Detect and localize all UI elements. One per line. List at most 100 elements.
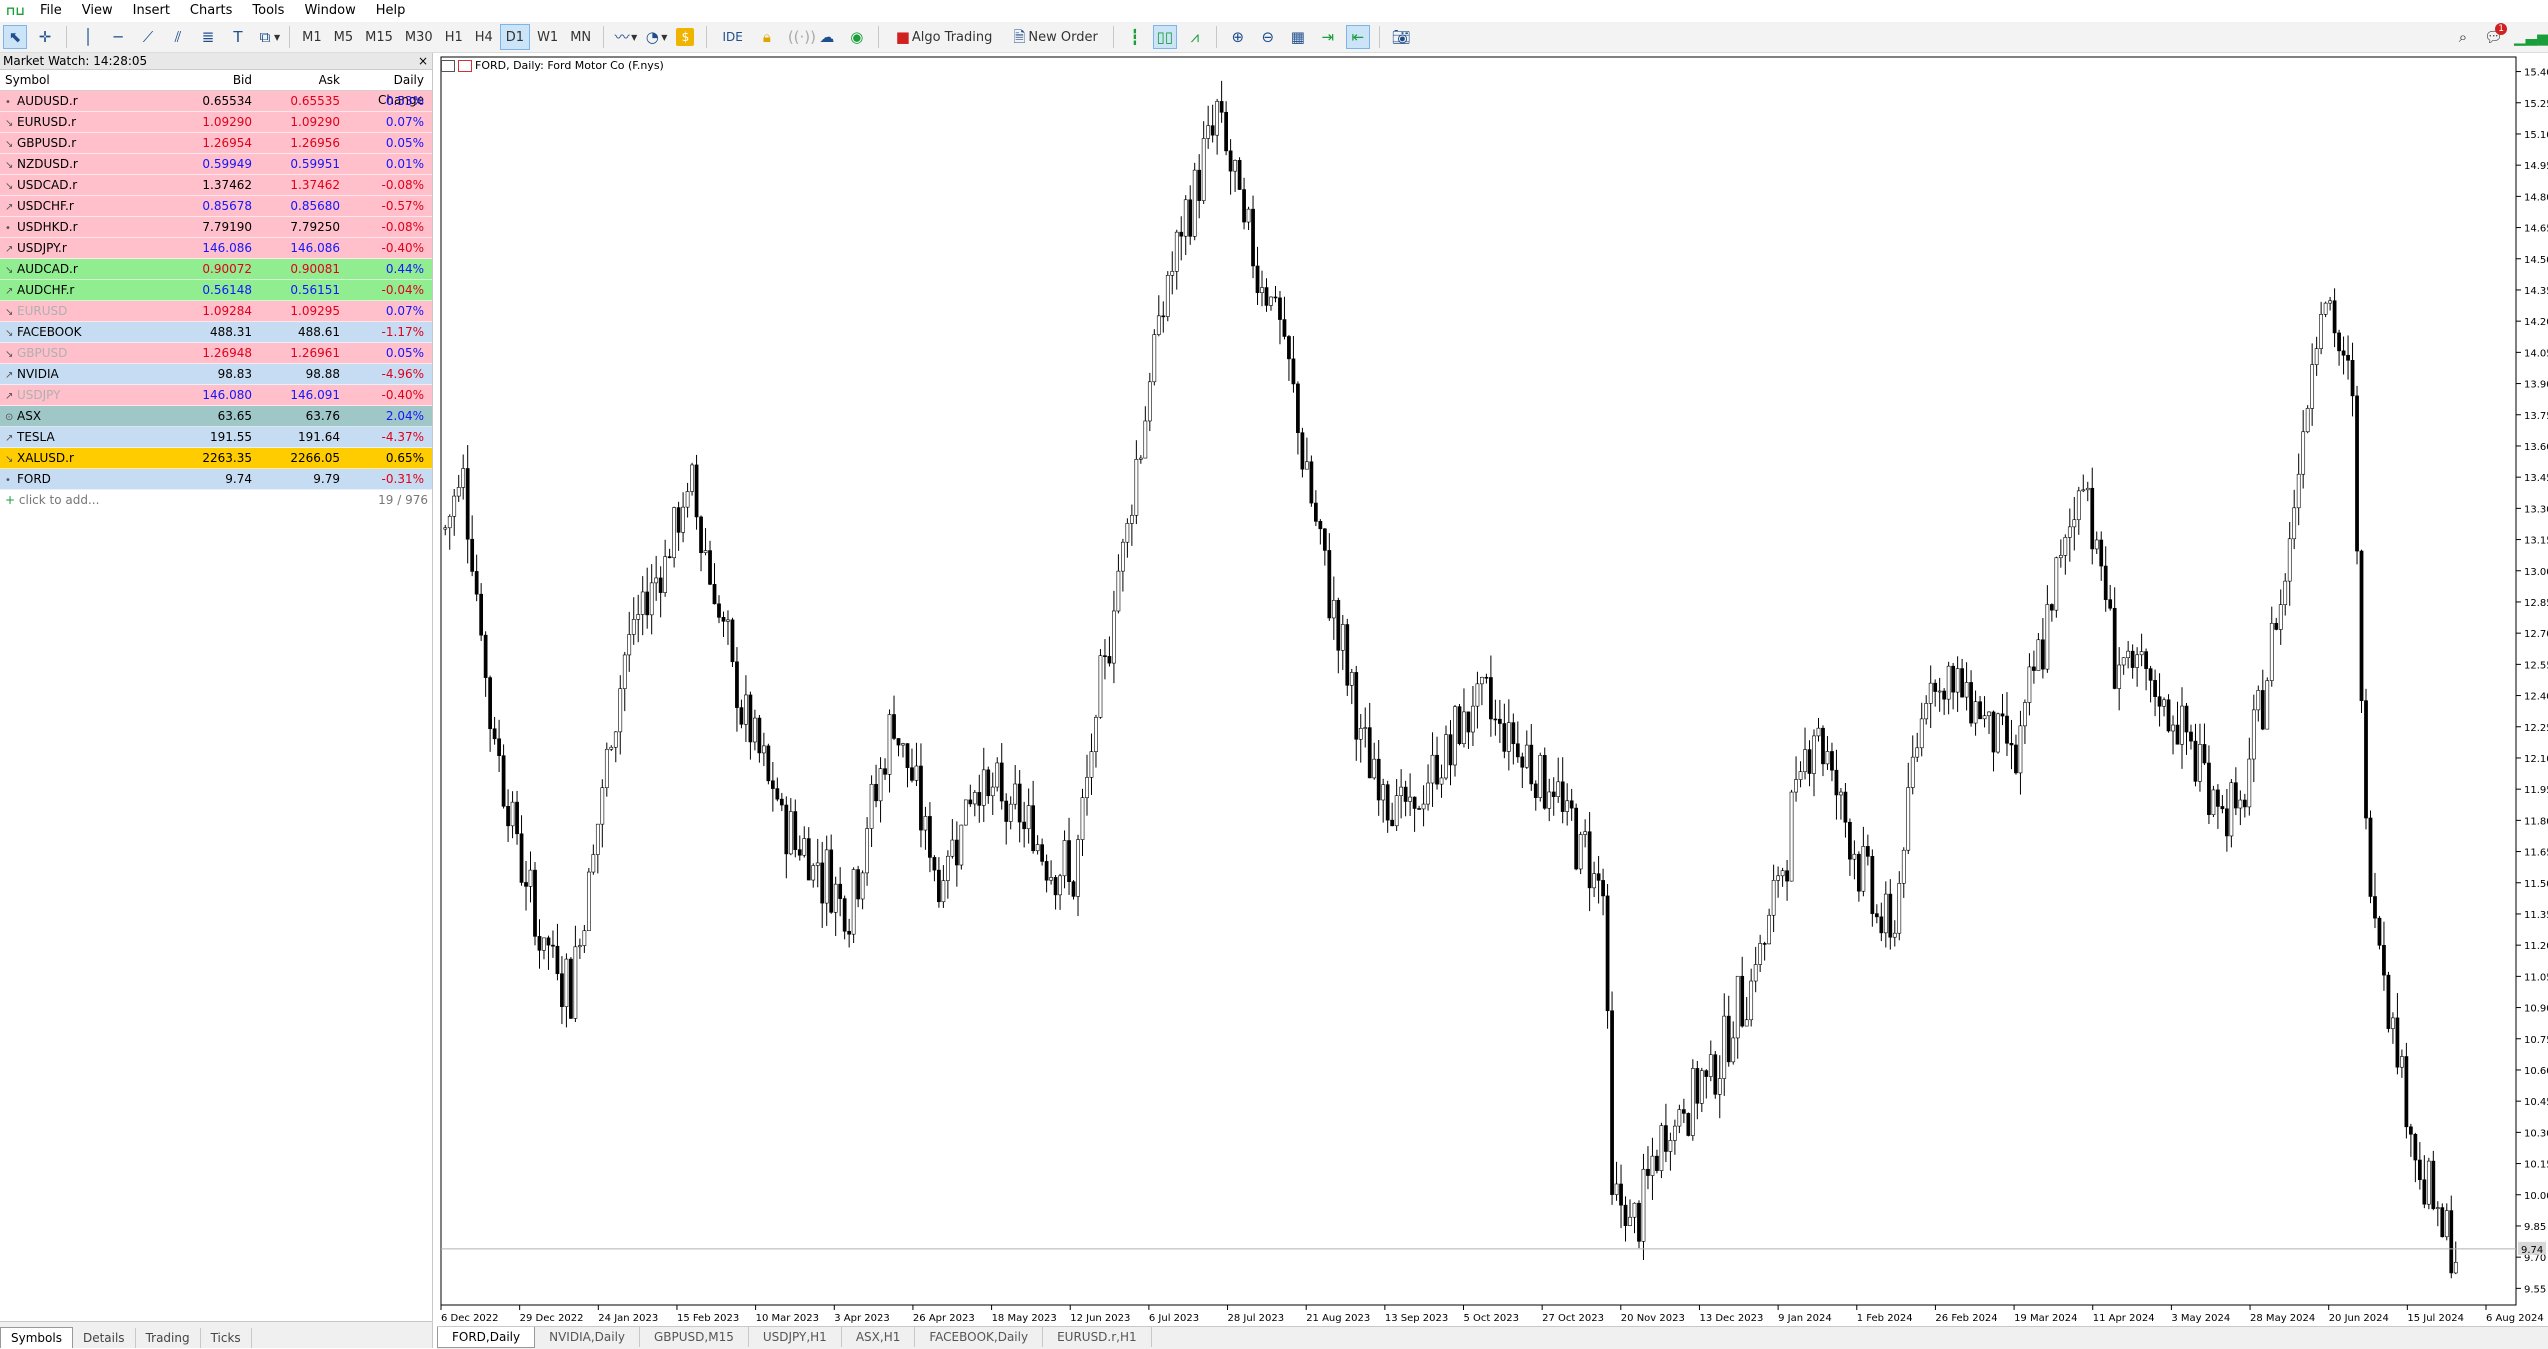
signal-icon[interactable]: ((·)) xyxy=(785,25,816,49)
market-watch-row[interactable]: ↘ XALUSD.r 2263.35 2266.05 0.65% xyxy=(0,448,432,469)
market-icon[interactable]: ◉ xyxy=(845,25,869,49)
line-chart-icon[interactable]: ⩘ xyxy=(1183,25,1207,49)
candle-body xyxy=(694,464,699,518)
x-tick-label: 26 Apr 2023 xyxy=(913,1313,975,1324)
timeframe-m1[interactable]: M1 xyxy=(297,25,327,49)
menu-view[interactable]: View xyxy=(72,0,123,22)
new-order-button[interactable]: 🗎︎ New Order xyxy=(1004,25,1103,49)
lock-icon[interactable]: 🔒︎ xyxy=(755,25,779,49)
market-watch-row[interactable]: ↘ EURUSD 1.09284 1.09295 0.07% xyxy=(0,301,432,322)
indicators-icon[interactable]: ◔ ▼ xyxy=(643,25,668,49)
chart-tab-eurusd-h1[interactable]: EURUSD.r,H1 xyxy=(1043,1327,1152,1347)
channel-tool-icon[interactable]: ⫽ xyxy=(166,25,190,49)
dollar-icon[interactable]: $ xyxy=(673,25,697,49)
vertical-line-icon[interactable]: │ xyxy=(76,25,100,49)
menu-file[interactable]: File xyxy=(30,0,72,22)
tab-ticks[interactable]: Ticks xyxy=(201,1328,252,1348)
market-watch-row[interactable]: ↗ USDJPY 146.080 146.091 -0.40% xyxy=(0,385,432,406)
chart-shift-icon[interactable]: ⇤ xyxy=(1345,25,1370,49)
menu-tools[interactable]: Tools xyxy=(242,0,294,22)
market-watch-row[interactable]: ↘ AUDCAD.r 0.90072 0.90081 0.44% xyxy=(0,259,432,280)
trendline-icon[interactable]: ⟋ xyxy=(136,25,160,49)
market-watch-row[interactable]: ↗ TESLA 191.55 191.64 -4.37% xyxy=(0,427,432,448)
menu-window[interactable]: Window xyxy=(294,0,365,22)
market-watch-row[interactable]: ↗ AUDCHF.r 0.56148 0.56151 -0.04% xyxy=(0,280,432,301)
column-header-bid[interactable]: Bid xyxy=(172,70,256,90)
tab-trading[interactable]: Trading xyxy=(136,1328,201,1348)
candle-body xyxy=(1210,125,1215,136)
candle-body xyxy=(2229,782,2234,837)
market-watch-row[interactable]: ↗ NVIDIA 98.83 98.88 -4.96% xyxy=(0,364,432,385)
bid-cell: 0.56148 xyxy=(202,283,252,297)
menu-charts[interactable]: Charts xyxy=(180,0,243,22)
search-icon[interactable]: ⌕ xyxy=(2451,25,2475,49)
y-tick-label: 10.30 xyxy=(2524,1128,2548,1139)
timeframe-m30[interactable]: M30 xyxy=(400,25,438,49)
screenshot-icon[interactable]: 📷︎ xyxy=(1389,25,1413,49)
market-watch-row[interactable]: • USDHKD.r 7.79190 7.79250 -0.08% xyxy=(0,217,432,238)
candle-body xyxy=(1628,1216,1632,1226)
market-watch-row[interactable]: ↘ FACEBOOK 488.31 488.61 -1.17% xyxy=(0,322,432,343)
symbol-name: AUDCHF.r xyxy=(17,283,75,297)
candle-body xyxy=(1103,655,1107,657)
market-watch-row[interactable]: ↘ GBPUSD 1.26948 1.26961 0.05% xyxy=(0,343,432,364)
chart-tab-usdjpy-h1[interactable]: USDJPY,H1 xyxy=(749,1327,842,1347)
timeframe-h4[interactable]: H4 xyxy=(470,25,498,49)
timeframe-mn[interactable]: MN xyxy=(565,25,596,49)
tab-details[interactable]: Details xyxy=(73,1328,136,1348)
market-watch-row[interactable]: • AUDUSD.r 0.65534 0.65535 0.53% xyxy=(0,91,432,112)
market-watch-row[interactable]: ↘ NZDUSD.r 0.59949 0.59951 0.01% xyxy=(0,154,432,175)
timeframe-d1[interactable]: D1 xyxy=(499,24,531,50)
ide-button[interactable]: IDE xyxy=(716,25,748,49)
zoom-in-icon[interactable]: ⊕ xyxy=(1226,25,1250,49)
chart-window[interactable]: 15.40 15.25 15.10 14.95 14.80 14.65 14.50 14.35… xyxy=(437,55,2548,1348)
candle-body xyxy=(609,746,614,750)
add-symbol-link[interactable]: + click to add... xyxy=(0,490,172,510)
market-watch-row[interactable]: ↘ GBPUSD.r 1.26954 1.26956 0.05% xyxy=(0,133,432,154)
text-tool-icon[interactable]: T xyxy=(226,25,250,49)
grid-icon[interactable]: ▦ xyxy=(1286,25,1310,49)
column-header-symbol[interactable]: Symbol xyxy=(0,70,172,90)
chart-tab-facebook-daily[interactable]: FACEBOOK,Daily xyxy=(915,1327,1044,1347)
chart-tab-gbpusd-m15[interactable]: GBPUSD,M15 xyxy=(640,1327,749,1347)
notifications-icon[interactable]: 💬︎ 1 xyxy=(2481,23,2507,49)
market-watch-row[interactable]: ↘ USDCAD.r 1.37462 1.37462 -0.08% xyxy=(0,175,432,196)
crosshair-tool-icon[interactable]: ✛ xyxy=(33,25,57,49)
autoscroll-icon[interactable]: ⇥ xyxy=(1316,25,1340,49)
zoom-out-icon[interactable]: ⊖ xyxy=(1256,25,1280,49)
algo-trading-button[interactable]: ■ Algo Trading xyxy=(888,25,999,49)
candle-body xyxy=(1098,655,1103,718)
market-watch-row[interactable]: ↘ EURUSD.r 1.09290 1.09290 0.07% xyxy=(0,112,432,133)
market-watch-row[interactable]: ↗ USDJPY.r 146.086 146.086 -0.40% xyxy=(0,238,432,259)
menu-help[interactable]: Help xyxy=(366,0,416,22)
signal-strength-icon[interactable]: ▁▃▅ xyxy=(2511,25,2548,49)
chart-tab-ford-daily[interactable]: FORD,Daily xyxy=(437,1327,536,1348)
candle-body xyxy=(533,869,537,937)
chart-type-icon[interactable]: 〰 ▼ xyxy=(613,25,638,49)
chart-tab-nvidia-daily[interactable]: NVIDIA,Daily xyxy=(535,1327,640,1347)
candle-body xyxy=(2153,680,2157,697)
chart-tab-asx-h1[interactable]: ASX,H1 xyxy=(842,1327,916,1347)
cursor-tool-icon[interactable]: ⬉ xyxy=(3,25,27,49)
timeframe-h1[interactable]: H1 xyxy=(440,25,468,49)
timeframe-m5[interactable]: M5 xyxy=(329,25,359,49)
cloud-icon[interactable]: ☁ xyxy=(815,25,839,49)
column-header-ask[interactable]: Ask xyxy=(256,70,344,90)
horizontal-line-icon[interactable]: ─ xyxy=(106,25,130,49)
candle-body xyxy=(1874,913,1879,918)
menu-insert[interactable]: Insert xyxy=(123,0,180,22)
candlestick-icon[interactable]: ▯▯ xyxy=(1152,25,1177,49)
bar-chart-icon[interactable]: ┇ xyxy=(1123,25,1147,49)
fibonacci-tool-icon[interactable]: ≣ xyxy=(196,25,220,49)
price-chart[interactable]: 15.40 15.25 15.10 14.95 14.80 14.65 14.50 14.35… xyxy=(437,55,2548,1326)
timeframe-m15[interactable]: M15 xyxy=(360,25,398,49)
close-icon[interactable]: × xyxy=(418,53,428,69)
candle-body xyxy=(1821,727,1825,765)
timeframe-w1[interactable]: W1 xyxy=(532,25,563,49)
column-header-daily-change[interactable]: Daily Change xyxy=(344,70,428,107)
tab-symbols[interactable]: Symbols xyxy=(0,1327,73,1348)
market-watch-row[interactable]: • FORD 9.74 9.79 -0.31% xyxy=(0,469,432,490)
shapes-tool-icon[interactable]: ⧉ ▼ xyxy=(256,25,281,49)
market-watch-row[interactable]: ⊙ ASX 63.65 63.76 2.04% xyxy=(0,406,432,427)
market-watch-row[interactable]: ↗ USDCHF.r 0.85678 0.85680 -0.57% xyxy=(0,196,432,217)
